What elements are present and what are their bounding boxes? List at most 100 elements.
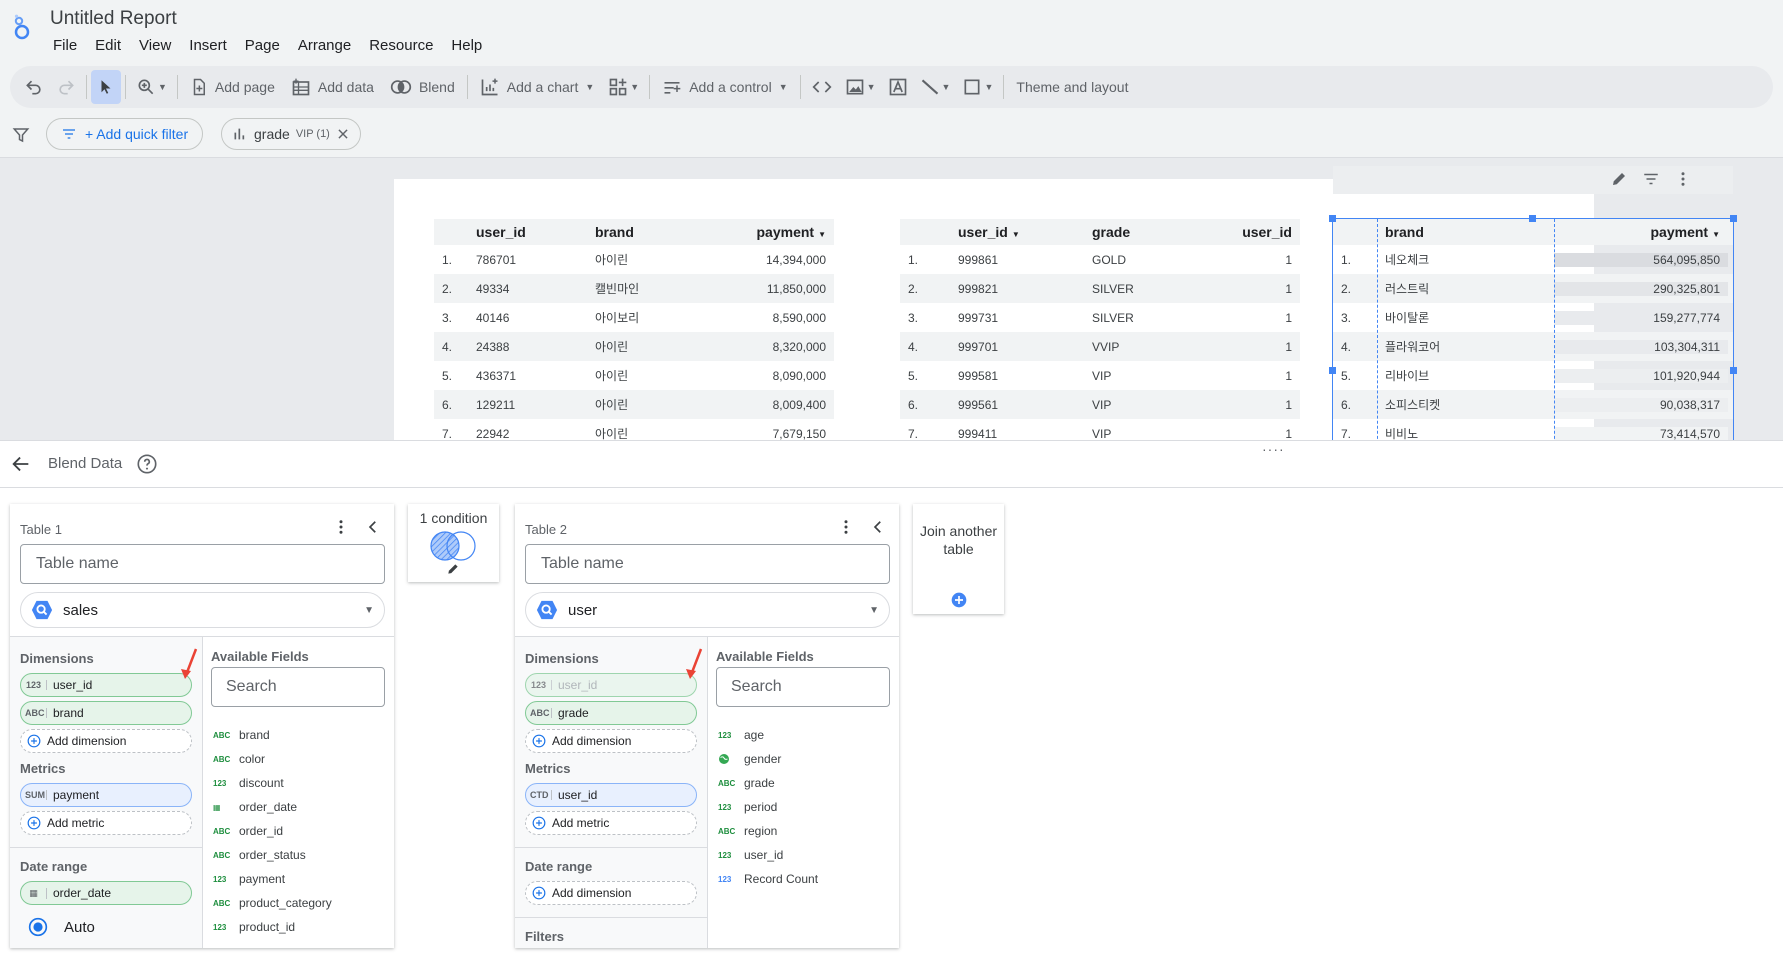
menu-resource[interactable]: Resource bbox=[360, 36, 442, 56]
more-vert-icon[interactable] bbox=[332, 518, 350, 536]
field-item[interactable]: 123 discount bbox=[213, 771, 332, 795]
add-control-button[interactable]: Add a control ▼ bbox=[654, 70, 795, 104]
add-data-button[interactable]: Add data bbox=[283, 70, 382, 104]
field-item[interactable]: 123 product_id bbox=[213, 915, 332, 939]
grade-filter-chip[interactable]: grade VIP (1) bbox=[221, 118, 361, 150]
more-vert-icon[interactable] bbox=[1674, 170, 1692, 188]
more-vert-icon[interactable] bbox=[837, 518, 855, 536]
add-date-dimension-button[interactable]: Add dimension bbox=[525, 881, 697, 905]
add-quick-filter-button[interactable]: + Add quick filter bbox=[46, 118, 204, 150]
menu-help[interactable]: Help bbox=[442, 36, 491, 56]
join-another-table-button[interactable]: Join another table bbox=[913, 504, 1004, 614]
community-viz-button[interactable]: ▼ bbox=[602, 70, 645, 104]
toolbar-divider bbox=[86, 75, 87, 99]
back-button[interactable] bbox=[10, 453, 32, 475]
table-chart-1[interactable]: user_id brand payment ▼ 1. 786701 아이린 14,394… bbox=[434, 219, 834, 440]
dimension-chip[interactable]: 123 user_id bbox=[20, 673, 192, 697]
field-item[interactable]: ABC order_id bbox=[213, 819, 332, 843]
fields-search-input[interactable] bbox=[211, 667, 385, 707]
field-item[interactable]: ABC order_status bbox=[213, 843, 332, 867]
date-range-chip[interactable]: ▦ order_date bbox=[20, 881, 192, 905]
join-condition-button[interactable]: 1 condition bbox=[408, 504, 499, 582]
globe-icon bbox=[718, 753, 744, 765]
metric-chip[interactable]: CTD user_id bbox=[525, 783, 697, 807]
pencil-icon[interactable] bbox=[1610, 170, 1628, 188]
add-page-button[interactable]: Add page bbox=[182, 70, 283, 104]
embed-url-button[interactable] bbox=[805, 70, 839, 104]
menu-edit[interactable]: Edit bbox=[86, 36, 130, 56]
add-metric-button[interactable]: Add metric bbox=[20, 811, 192, 835]
filter-list-icon[interactable] bbox=[1642, 170, 1660, 188]
blend-label: Blend bbox=[418, 79, 455, 95]
chevron-left-icon[interactable] bbox=[869, 518, 887, 536]
field-item[interactable]: 123 user_id bbox=[718, 843, 818, 867]
metric-chip[interactable]: SUM payment bbox=[20, 783, 192, 807]
menu-bar: File Edit View Insert Page Arrange Resou… bbox=[44, 36, 491, 56]
fields-search-input[interactable] bbox=[716, 667, 890, 707]
field-item[interactable]: 123 Record Count bbox=[718, 867, 818, 891]
field-item[interactable]: 123 age bbox=[718, 723, 818, 747]
help-button[interactable] bbox=[136, 453, 158, 475]
sort-desc-icon: ▼ bbox=[1712, 230, 1720, 239]
table-chart-2[interactable]: user_id ▼ grade user_id 1. 999861 GOLD 1 2. 9… bbox=[900, 219, 1300, 440]
close-icon[interactable] bbox=[336, 127, 350, 141]
field-item[interactable]: ABC product_category bbox=[213, 891, 332, 915]
menu-file[interactable]: File bbox=[44, 36, 86, 56]
menu-page[interactable]: Page bbox=[236, 36, 289, 56]
table-body: 1. 786701 아이린 14,394,000 2. 49334 캘빈마인 11,850,… bbox=[434, 245, 834, 440]
resize-drag-handle-icon[interactable]: ···· bbox=[1262, 441, 1285, 457]
menu-view[interactable]: View bbox=[130, 36, 180, 56]
select-tool-button[interactable] bbox=[91, 70, 121, 104]
column-header[interactable]: grade bbox=[1080, 224, 1180, 240]
undo-button[interactable] bbox=[18, 70, 50, 104]
section-divider bbox=[515, 847, 707, 848]
image-button[interactable]: ▼ bbox=[839, 70, 882, 104]
data-source-select[interactable]: sales ▼ bbox=[20, 592, 385, 628]
shape-button[interactable]: ▼ bbox=[956, 70, 999, 104]
line-button[interactable]: ▼ bbox=[914, 70, 957, 104]
table-name-input[interactable] bbox=[525, 544, 890, 584]
field-item[interactable]: ABC brand bbox=[213, 723, 332, 747]
filter-bar: + Add quick filter grade VIP (1) bbox=[0, 114, 1783, 158]
redo-button[interactable] bbox=[50, 70, 82, 104]
add-dimension-button[interactable]: Add dimension bbox=[525, 729, 697, 753]
chevron-left-icon[interactable] bbox=[364, 518, 382, 536]
report-title[interactable]: Untitled Report bbox=[50, 8, 177, 30]
field-item[interactable]: ABC color bbox=[213, 747, 332, 771]
dimension-chip[interactable]: ABC grade bbox=[525, 701, 697, 725]
column-header[interactable]: user_id bbox=[464, 224, 590, 240]
column-header[interactable]: brand bbox=[1377, 224, 1554, 240]
field-item[interactable]: ABC region bbox=[718, 819, 818, 843]
field-item[interactable]: ABC grade bbox=[718, 771, 818, 795]
add-dimension-button[interactable]: Add dimension bbox=[20, 729, 192, 753]
zoom-button[interactable]: ▼ bbox=[130, 70, 173, 104]
add-page-label: Add page bbox=[214, 79, 275, 95]
available-fields-column: Available Fields ABCbrand ABCcolor 123di… bbox=[202, 636, 394, 948]
auto-radio[interactable]: Auto bbox=[28, 917, 95, 937]
table-chart-3[interactable]: brand payment ▼ 1. 네오체크 564,095,850 2. 러스트릭 2… bbox=[1333, 219, 1733, 440]
data-source-select[interactable]: user ▼ bbox=[525, 592, 890, 628]
table-name-input[interactable] bbox=[20, 544, 385, 584]
column-header-sorted[interactable]: payment ▼ bbox=[1554, 224, 1728, 240]
column-header-sorted[interactable]: user_id ▼ bbox=[930, 224, 1080, 240]
add-chart-button[interactable]: Add a chart ▼ bbox=[472, 70, 603, 104]
theme-layout-button[interactable]: Theme and layout bbox=[1008, 70, 1136, 104]
text-button[interactable] bbox=[882, 70, 914, 104]
column-header-sorted[interactable]: payment ▼ bbox=[710, 224, 834, 240]
menu-insert[interactable]: Insert bbox=[180, 36, 236, 56]
looker-studio-logo-icon[interactable] bbox=[12, 14, 32, 40]
toolbar-divider bbox=[466, 75, 468, 99]
column-header[interactable]: user_id bbox=[1180, 224, 1300, 240]
column-header[interactable]: brand bbox=[590, 224, 710, 240]
dimension-chip[interactable]: ABC brand bbox=[20, 701, 192, 725]
filter-icon[interactable] bbox=[12, 126, 30, 144]
blend-button[interactable]: Blend bbox=[382, 70, 463, 104]
menu-arrange[interactable]: Arrange bbox=[289, 36, 360, 56]
dimension-chip[interactable]: 123 user_id bbox=[525, 673, 697, 697]
field-item[interactable]: 123 period bbox=[718, 795, 818, 819]
field-item[interactable]: ▦ order_date bbox=[213, 795, 332, 819]
field-item[interactable]: gender bbox=[718, 747, 818, 771]
image-icon bbox=[846, 79, 863, 95]
add-metric-button[interactable]: Add metric bbox=[525, 811, 697, 835]
field-item[interactable]: 123 payment bbox=[213, 867, 332, 891]
